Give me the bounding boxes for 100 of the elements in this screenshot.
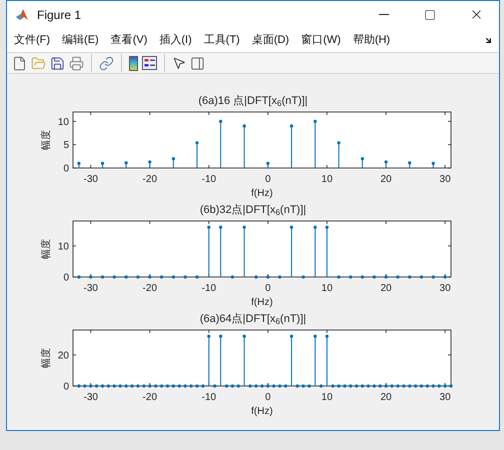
tick-label: 10 <box>58 241 69 252</box>
y-axis-label: 幅度 <box>41 348 52 368</box>
stem <box>254 275 258 279</box>
tick-label: 10 <box>58 116 69 128</box>
tick-label: 10 <box>321 283 333 294</box>
x-axis-label: f(Hz) <box>251 297 273 308</box>
tick-label: -30 <box>84 283 98 294</box>
stem <box>136 275 140 279</box>
stem <box>290 334 294 386</box>
menu-item[interactable]: 插入(I) <box>159 32 192 48</box>
stem <box>89 275 92 279</box>
stem <box>148 160 152 168</box>
tick-label: 5 <box>63 140 69 152</box>
stem <box>384 275 388 279</box>
stem <box>219 120 222 168</box>
tick-label: -20 <box>142 283 157 294</box>
app-logo-icon <box>15 8 29 22</box>
window-title: Figure 1 <box>37 6 82 24</box>
tick-label: 0 <box>265 392 271 403</box>
stem <box>207 226 210 277</box>
stem <box>195 141 199 168</box>
dock-icon[interactable] <box>484 36 493 44</box>
stem <box>213 384 216 388</box>
menu-item[interactable]: 查看(V) <box>110 32 148 48</box>
print-icon[interactable] <box>69 56 84 70</box>
stem <box>290 124 294 168</box>
x-axis-label: f(Hz) <box>251 188 273 199</box>
stem <box>242 124 246 168</box>
stem <box>349 275 352 279</box>
stem <box>408 161 412 168</box>
stem <box>219 226 222 277</box>
tick-label: 0 <box>63 382 69 392</box>
stem <box>112 275 116 279</box>
stem <box>432 275 435 279</box>
tick-label: 20 <box>380 174 392 185</box>
tick-label: -20 <box>142 392 157 403</box>
menu-item[interactable]: 工具(T) <box>204 32 240 48</box>
stem <box>124 275 128 279</box>
stem <box>396 275 400 279</box>
pointer-icon[interactable] <box>172 56 186 70</box>
tick-label: 20 <box>380 392 392 403</box>
tick-label: 20 <box>380 283 392 294</box>
chart-title: (6a)64点|DFT[x$_{6}$(nT)]| <box>200 312 306 326</box>
tick-label: 0 <box>265 283 271 294</box>
tick-label: -10 <box>202 392 216 403</box>
colorbar-icon[interactable] <box>129 56 138 70</box>
stem <box>337 275 340 279</box>
stem <box>100 275 104 279</box>
stem <box>290 226 294 277</box>
menu-item[interactable]: 帮助(H) <box>352 32 390 48</box>
stem <box>325 226 329 277</box>
property-panel-icon[interactable] <box>190 56 205 70</box>
link-icon[interactable] <box>99 56 114 70</box>
tick-label: -30 <box>84 174 98 185</box>
stem <box>195 275 199 279</box>
stem <box>278 275 282 279</box>
menu-item[interactable]: 桌面(D) <box>252 32 290 48</box>
stem <box>172 157 175 168</box>
tick-label: 30 <box>440 283 451 294</box>
stem <box>372 275 376 279</box>
stem <box>207 334 210 386</box>
stem <box>242 334 246 386</box>
stem <box>219 334 222 386</box>
stem <box>172 275 175 279</box>
stem <box>266 162 270 168</box>
tick-label: -20 <box>142 174 157 185</box>
tick-label: -30 <box>84 392 98 403</box>
menu-item[interactable]: 窗口(W) <box>301 32 341 48</box>
minimize-icon <box>379 14 389 15</box>
tick-label: 30 <box>440 174 451 185</box>
tick-label: 10 <box>321 392 333 403</box>
tick-label: 0 <box>63 164 69 174</box>
menu-item[interactable]: 编辑(E) <box>62 32 99 48</box>
tick-label: 30 <box>440 392 451 403</box>
stem <box>124 161 128 168</box>
tick-label: -10 <box>202 174 216 185</box>
menu-item[interactable]: 文件(F) <box>14 32 50 48</box>
stem <box>266 275 270 279</box>
chart-title: (6b)32点|DFT[x$_{6}$(nT)]| <box>200 203 306 217</box>
stem <box>242 226 246 277</box>
tick-label: 10 <box>321 174 333 185</box>
stem <box>337 141 340 168</box>
stem <box>319 384 323 388</box>
stem <box>230 275 234 279</box>
y-axis-label: 幅度 <box>41 239 52 259</box>
stem <box>314 334 317 386</box>
stem <box>432 162 435 168</box>
stem <box>384 160 388 168</box>
x-axis-label: f(Hz) <box>251 406 273 417</box>
save-icon[interactable] <box>50 56 65 70</box>
legend-icon[interactable] <box>142 56 157 70</box>
tick-label: 0 <box>63 272 69 284</box>
stem <box>408 275 412 279</box>
new-file-icon[interactable] <box>12 56 27 70</box>
chart-title: (6a)16 点|DFT[x$_{6}$(nT)]| <box>198 94 308 108</box>
tick-label: -10 <box>202 283 216 294</box>
stem <box>148 275 152 279</box>
stem <box>420 275 424 279</box>
stem <box>360 157 364 168</box>
stem <box>184 275 187 279</box>
